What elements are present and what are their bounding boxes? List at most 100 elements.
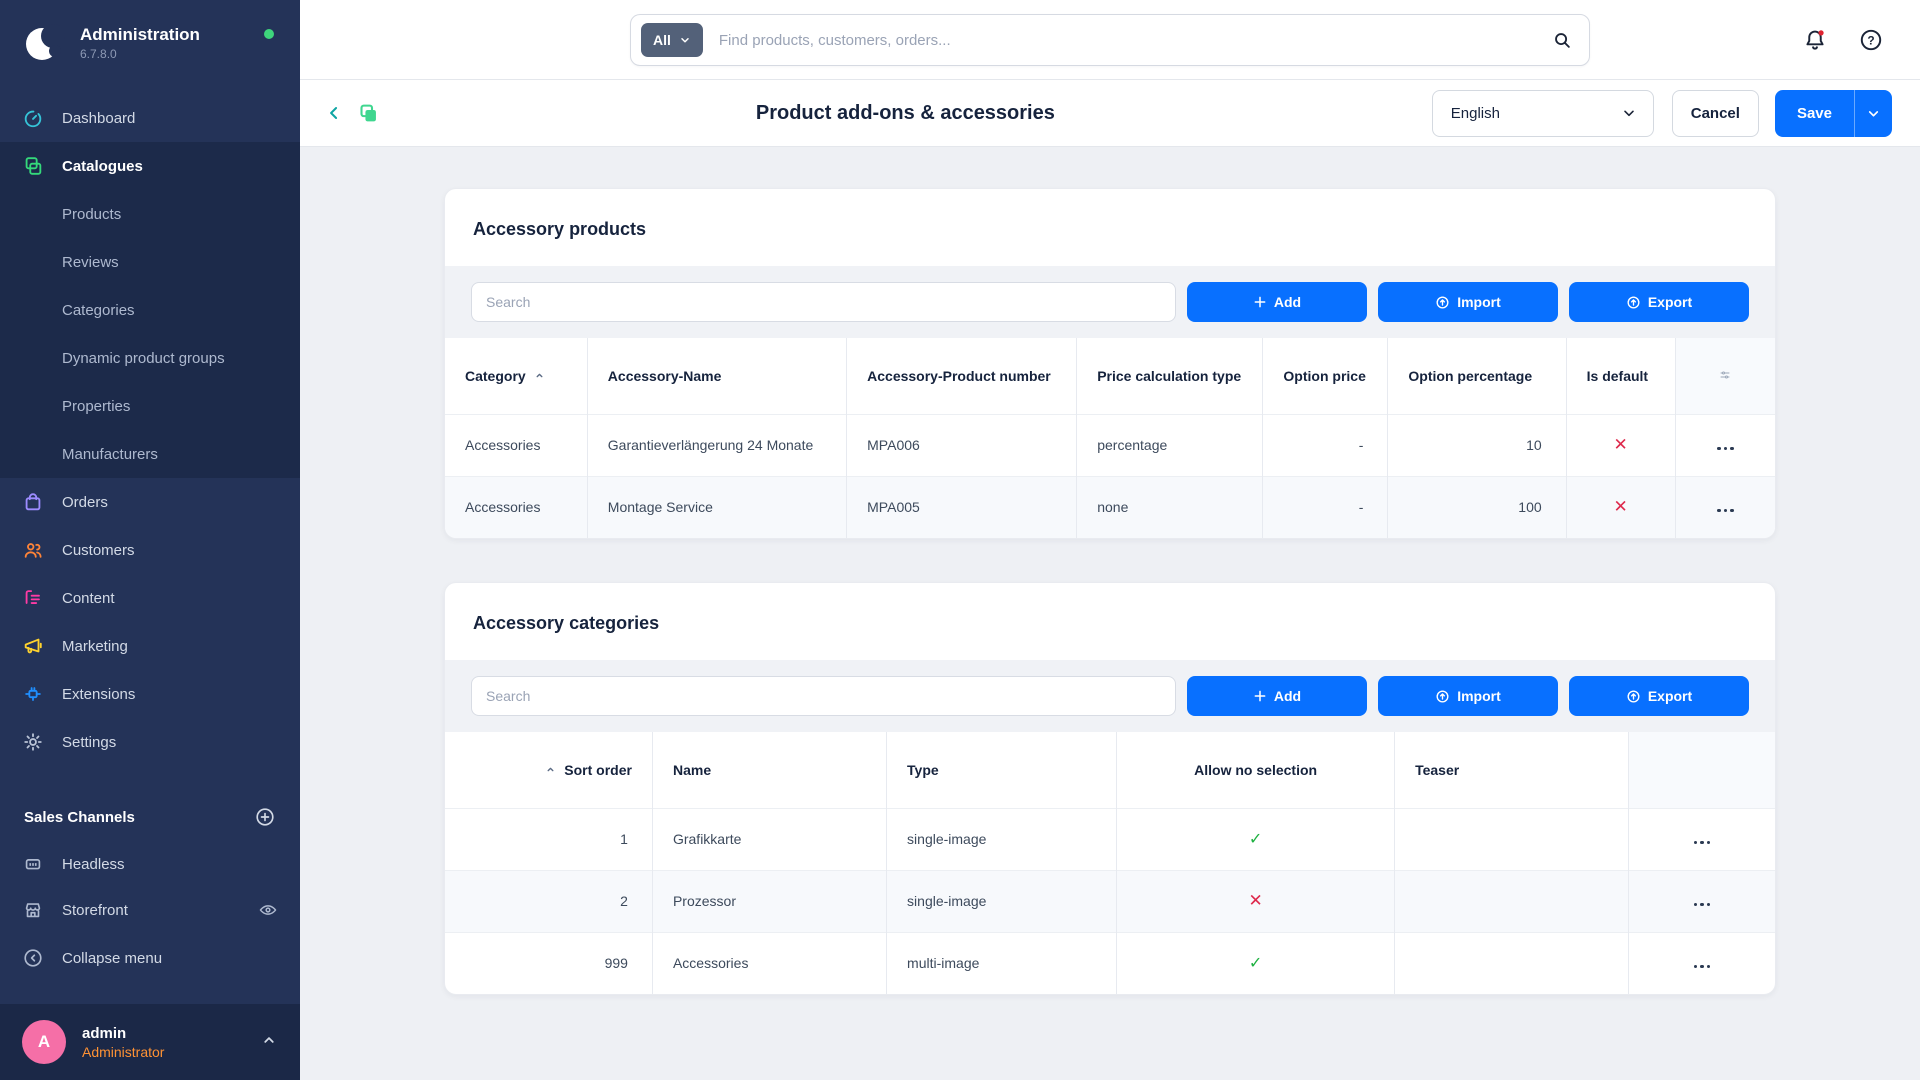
save-options-button[interactable] (1854, 90, 1892, 137)
table-row[interactable]: 999 Accessories multi-image ✓ (445, 932, 1775, 994)
catalogues-section: Catalogues Products Reviews Categories D… (0, 142, 300, 478)
cell-teaser (1395, 808, 1629, 870)
marketing-megaphone-icon (22, 635, 44, 657)
sidebar-item-manufacturers[interactable]: Manufacturers (0, 430, 300, 478)
sidebar-item-categories[interactable]: Categories (0, 286, 300, 334)
export-button[interactable]: Export (1569, 282, 1749, 322)
import-button[interactable]: Import (1378, 676, 1558, 716)
cell-product-number: MPA006 (847, 414, 1077, 476)
add-button[interactable]: Add (1187, 282, 1367, 322)
cell-option-price: - (1263, 414, 1388, 476)
cell-name: Accessories (652, 932, 886, 994)
sidebar-item-customers[interactable]: Customers (0, 526, 300, 574)
search-scope-dropdown[interactable]: All (641, 23, 703, 57)
ellipsis-icon (1649, 903, 1755, 907)
row-actions-button[interactable] (1629, 870, 1775, 932)
column-header-type[interactable]: Type (887, 732, 1117, 808)
column-header-allow-no-selection[interactable]: Allow no selection (1117, 732, 1395, 808)
sidebar-item-extensions[interactable]: Extensions (0, 670, 300, 718)
column-header-teaser[interactable]: Teaser (1395, 732, 1629, 808)
global-search[interactable]: All (630, 14, 1590, 66)
sidebar-item-label: Catalogues (62, 158, 143, 175)
save-button[interactable]: Save (1775, 90, 1854, 137)
accessory-categories-search-input[interactable] (471, 676, 1176, 716)
card-toolbar: Add Import Export (445, 660, 1775, 732)
cell-product-number: MPA005 (847, 476, 1077, 538)
cell-sort-order: 999 (445, 932, 652, 994)
export-button[interactable]: Export (1569, 676, 1749, 716)
sidebar-item-settings[interactable]: Settings (0, 718, 300, 766)
sidebar-item-catalogues[interactable]: Catalogues (0, 142, 300, 190)
table-row[interactable]: 1 Grafikkarte single-image ✓ (445, 808, 1775, 870)
dashboard-gauge-icon (22, 107, 44, 129)
sidebar-item-label: Dashboard (62, 110, 135, 127)
sidebar-item-headless[interactable]: Headless (0, 842, 300, 886)
sidebar-item-storefront[interactable]: Storefront (0, 886, 300, 934)
language-select[interactable]: English (1432, 90, 1654, 137)
column-header-option-percentage[interactable]: Option percentage (1388, 338, 1566, 414)
column-header-name[interactable]: Name (652, 732, 886, 808)
smartbar: Product add-ons & accessories English Ca… (300, 80, 1920, 147)
add-sales-channel-button[interactable] (254, 806, 276, 828)
cancel-button[interactable]: Cancel (1672, 90, 1759, 137)
column-header-accessory-name[interactable]: Accessory-Name (587, 338, 846, 414)
cell-category: Accessories (445, 476, 587, 538)
add-button[interactable]: Add (1187, 676, 1367, 716)
sidebar-item-marketing[interactable]: Marketing (0, 622, 300, 670)
cell-allow-no-selection: ✕ (1117, 870, 1395, 932)
column-header-price-calculation-type[interactable]: Price calculation type (1077, 338, 1263, 414)
cell-is-default: ✕ (1566, 414, 1675, 476)
back-button[interactable] (324, 103, 344, 123)
column-header-sort-order[interactable]: Sort order (445, 732, 652, 808)
table-row[interactable]: Accessories Garantieverlängerung 24 Mona… (445, 414, 1775, 476)
sidebar-item-content[interactable]: Content (0, 574, 300, 622)
notifications-button[interactable] (1800, 25, 1830, 55)
cell-option-percentage: 100 (1388, 476, 1566, 538)
content-layout-icon (22, 587, 44, 609)
cell-is-default: ✕ (1566, 476, 1675, 538)
app-name: Administration (80, 25, 200, 45)
table-header-row: Sort order Name Type Allow no selection … (445, 732, 1775, 808)
catalogues-icon (22, 155, 44, 177)
storefront-visibility-button[interactable] (258, 900, 278, 920)
sidebar-item-dashboard[interactable]: Dashboard (0, 94, 300, 142)
collapse-circle-icon (22, 947, 44, 969)
bell-icon (1802, 27, 1828, 53)
card-title: Accessory categories (445, 583, 1775, 660)
user-menu[interactable]: A admin Administrator (0, 1004, 300, 1080)
row-actions-button[interactable] (1675, 414, 1775, 476)
sidebar-item-properties[interactable]: Properties (0, 382, 300, 430)
user-role: Administrator (82, 1044, 164, 1060)
cell-allow-no-selection: ✓ (1117, 932, 1395, 994)
chevron-left-icon (324, 103, 344, 123)
sidebar-item-reviews[interactable]: Reviews (0, 238, 300, 286)
cell-sort-order: 2 (445, 870, 652, 932)
sidebar-item-dynamic-product-groups[interactable]: Dynamic product groups (0, 334, 300, 382)
upload-icon (1435, 295, 1450, 310)
column-header-option-price[interactable]: Option price (1263, 338, 1388, 414)
cell-teaser (1395, 932, 1629, 994)
page-content: Accessory products Add Import Export (300, 147, 1920, 1080)
accessory-products-table: Category Accessory-Name Accessory-Produc… (445, 338, 1775, 538)
column-header-is-default[interactable]: Is default (1566, 338, 1675, 414)
table-header-row: Category Accessory-Name Accessory-Produc… (445, 338, 1775, 414)
table-row[interactable]: 2 Prozessor single-image ✕ (445, 870, 1775, 932)
chevron-up-icon (260, 1031, 278, 1054)
collapse-menu-button[interactable]: Collapse menu (0, 934, 300, 982)
sidebar-item-products[interactable]: Products (0, 190, 300, 238)
cell-price-type: percentage (1077, 414, 1263, 476)
row-actions-button[interactable] (1629, 932, 1775, 994)
grid-settings-header[interactable] (1675, 338, 1775, 414)
accessory-products-search-input[interactable] (471, 282, 1176, 322)
column-header-product-number[interactable]: Accessory-Product number (847, 338, 1077, 414)
row-actions-button[interactable] (1629, 808, 1775, 870)
table-row[interactable]: Accessories Montage Service MPA005 none … (445, 476, 1775, 538)
global-search-input[interactable] (719, 32, 1551, 49)
column-header-category[interactable]: Category (445, 338, 587, 414)
cell-category: Accessories (445, 414, 587, 476)
search-icon[interactable] (1551, 29, 1573, 51)
import-button[interactable]: Import (1378, 282, 1558, 322)
sidebar-item-orders[interactable]: Orders (0, 478, 300, 526)
row-actions-button[interactable] (1675, 476, 1775, 538)
help-button[interactable]: ? (1856, 25, 1886, 55)
